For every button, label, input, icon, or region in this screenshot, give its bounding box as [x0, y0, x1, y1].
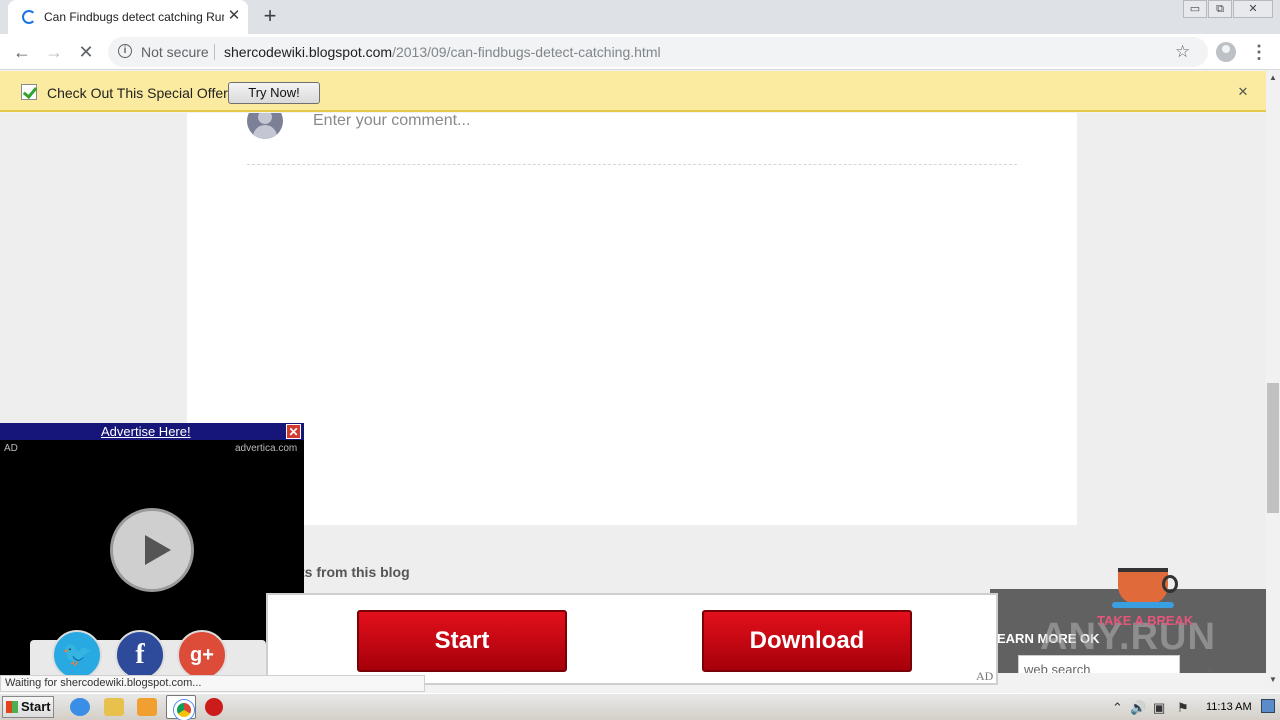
scroll-down-icon[interactable]: ▼: [1266, 675, 1280, 687]
comment-input[interactable]: Enter your comment...: [313, 113, 470, 130]
ad-label: AD: [4, 443, 18, 454]
browser-menu-icon[interactable]: ⋮: [1250, 40, 1268, 64]
forward-icon[interactable]: →: [42, 40, 66, 64]
play-icon[interactable]: [110, 508, 194, 592]
volume-icon[interactable]: 🔊: [1130, 700, 1146, 716]
tab-title: Can Findbugs detect catching Runtime: [44, 10, 224, 24]
video-ad-header: Advertise Here! ✕: [0, 423, 304, 440]
internet-explorer-icon[interactable]: [70, 698, 90, 716]
back-icon[interactable]: ←: [10, 40, 34, 64]
try-now-button[interactable]: Try Now!: [228, 82, 320, 104]
info-icon[interactable]: i: [118, 44, 132, 58]
show-desktop-icon[interactable]: [1261, 699, 1275, 713]
url-domain: shercodewiki.blogspot.com: [224, 44, 393, 60]
url-path: /2013/09/can-findbugs-detect-catching.ht…: [392, 44, 661, 60]
stop-loading-icon[interactable]: ✕: [74, 40, 98, 64]
infobar-close-icon[interactable]: ✕: [1234, 83, 1252, 101]
chrome-taskbar-icon[interactable]: [166, 695, 196, 720]
browser-tab[interactable]: Can Findbugs detect catching Runtime ✕: [8, 0, 248, 34]
security-label[interactable]: Not secure: [141, 44, 209, 60]
scrollbar-thumb[interactable]: [1267, 383, 1279, 513]
new-tab-button[interactable]: +: [258, 5, 282, 29]
advertise-here-link[interactable]: Advertise Here!: [101, 424, 191, 439]
tab-close-icon[interactable]: ✕: [226, 7, 242, 25]
page-scrollbar[interactable]: ▲ ▼: [1266, 71, 1280, 691]
action-center-flag-icon[interactable]: ⚑: [1177, 700, 1189, 716]
google-plus-icon[interactable]: g+: [177, 630, 227, 680]
bottom-banner-ad[interactable]: Start Download AD: [266, 593, 998, 685]
video-ad-close-icon[interactable]: ✕: [286, 424, 301, 439]
download-button[interactable]: Download: [702, 610, 912, 672]
address-separator: [214, 44, 215, 60]
coffee-cup-icon[interactable]: [1118, 568, 1168, 604]
address-bar[interactable]: i Not secure shercodewiki.blogspot.com/2…: [108, 37, 1208, 67]
taskbar: Start ⌃ 🔊 ▣ ⚑ 11:13 AM: [0, 693, 1280, 720]
browser-toolbar: ← → ✕ i Not secure shercodewiki.blogspot…: [0, 34, 1280, 70]
bookmark-star-icon[interactable]: ☆: [1175, 42, 1190, 62]
profile-avatar-icon[interactable]: [1216, 42, 1236, 62]
take-a-break-label[interactable]: TAKE A BREAK: [1097, 613, 1193, 628]
ad-tag: AD: [976, 669, 994, 683]
start-button[interactable]: Start: [357, 610, 567, 672]
media-player-icon[interactable]: [137, 698, 157, 716]
window-close-button[interactable]: ✕: [1233, 0, 1273, 18]
facebook-icon[interactable]: f: [115, 630, 165, 680]
user-avatar-icon: [247, 113, 283, 139]
url-text[interactable]: shercodewiki.blogspot.com/2013/09/can-fi…: [224, 44, 661, 60]
ad-source: advertica.com: [235, 443, 298, 454]
checkmark-icon: [21, 84, 37, 100]
chevron-down-icon[interactable]: ⌄: [1203, 658, 1216, 673]
cup-handle-icon: [1162, 575, 1178, 593]
network-icon[interactable]: ▣: [1153, 700, 1165, 716]
offer-infobar: Check Out This Special Offer! Try Now! ✕: [0, 71, 1280, 112]
saucer-icon: [1112, 602, 1174, 608]
status-bubble: Waiting for shercodewiki.blogspot.com...: [0, 675, 425, 692]
scroll-up-icon[interactable]: ▲: [1266, 73, 1280, 85]
minimize-button[interactable]: ▭: [1183, 0, 1207, 18]
restore-button[interactable]: ⧉: [1208, 0, 1232, 18]
loading-spinner-icon: [22, 10, 36, 24]
comment-card: Enter your comment...: [187, 113, 1077, 525]
clock[interactable]: 11:13 AM: [1206, 701, 1252, 713]
opera-icon[interactable]: [205, 698, 223, 716]
related-posts-heading: ts from this blog: [300, 564, 410, 580]
offer-message: Check Out This Special Offer!: [47, 85, 232, 101]
tray-expand-icon[interactable]: ⌃: [1112, 700, 1123, 716]
file-explorer-icon[interactable]: [104, 698, 124, 716]
start-button-taskbar[interactable]: Start: [2, 696, 54, 718]
tab-strip: Can Findbugs detect catching Runtime ✕ +…: [0, 0, 1280, 34]
twitter-icon[interactable]: 🐦: [52, 630, 102, 680]
comment-divider: [247, 164, 1017, 165]
